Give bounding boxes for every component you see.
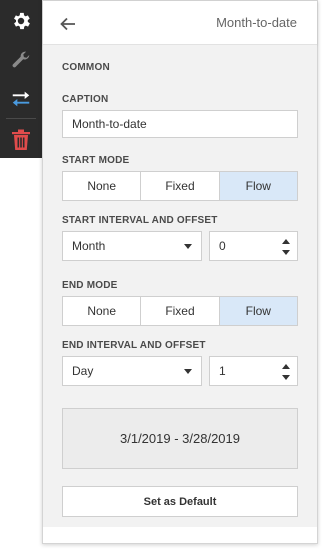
end-mode-none[interactable]: None — [63, 297, 141, 325]
panel-body: COMMON CAPTION START MODE None Fixed Flo… — [43, 45, 317, 527]
set-as-default-button[interactable]: Set as Default — [62, 486, 298, 517]
end-interval-select[interactable]: Day — [62, 356, 202, 386]
start-mode-none[interactable]: None — [63, 172, 141, 200]
caption-input[interactable] — [62, 110, 298, 138]
section-common-label: COMMON — [62, 62, 110, 73]
end-mode-flow[interactable]: Flow — [218, 297, 297, 325]
start-mode-flow[interactable]: Flow — [218, 172, 297, 200]
start-mode-label: START MODE — [62, 155, 130, 166]
panel-header: Month-to-date — [43, 1, 317, 45]
start-offset-spinner[interactable]: 0 — [209, 231, 298, 261]
end-mode-toggle: None Fixed Flow — [62, 296, 298, 326]
spin-down-icon[interactable] — [282, 375, 290, 380]
trash-icon — [12, 129, 30, 150]
start-interval-select[interactable]: Month — [62, 231, 202, 261]
start-offset-buttons — [275, 232, 297, 260]
settings-tool[interactable] — [0, 2, 42, 40]
spin-up-icon[interactable] — [282, 364, 290, 369]
wrench-tool[interactable] — [0, 41, 42, 79]
swap-arrows-icon — [12, 91, 30, 107]
end-mode-fixed[interactable]: Fixed — [140, 297, 219, 325]
wrench-icon — [12, 51, 30, 68]
end-offset-spinner[interactable]: 1 — [209, 356, 298, 386]
toolbar-divider — [6, 118, 36, 119]
gear-icon — [14, 12, 30, 30]
start-interval-value: Month — [72, 239, 106, 253]
chevron-down-icon — [184, 368, 192, 374]
back-arrow-icon — [60, 17, 75, 31]
side-toolbar — [0, 0, 42, 158]
date-range-preview: 3/1/2019 - 3/28/2019 — [62, 408, 298, 469]
start-offset-value: 0 — [219, 239, 226, 253]
back-button[interactable] — [57, 13, 79, 35]
date-range-panel: Month-to-date COMMON CAPTION START MODE … — [42, 0, 318, 544]
chevron-down-icon — [184, 243, 192, 249]
caption-label: CAPTION — [62, 94, 109, 105]
page-title: Month-to-date — [216, 15, 297, 30]
start-mode-toggle: None Fixed Flow — [62, 171, 298, 201]
start-mode-fixed[interactable]: Fixed — [140, 172, 219, 200]
delete-tool[interactable] — [0, 121, 42, 159]
spin-down-icon[interactable] — [282, 250, 290, 255]
end-mode-label: END MODE — [62, 280, 118, 291]
start-interval-label: START INTERVAL AND OFFSET — [62, 215, 218, 226]
end-offset-buttons — [275, 357, 297, 385]
end-interval-label: END INTERVAL AND OFFSET — [62, 340, 206, 351]
spin-up-icon[interactable] — [282, 239, 290, 244]
end-offset-value: 1 — [219, 364, 226, 378]
convert-tool[interactable] — [0, 80, 42, 118]
end-interval-value: Day — [72, 364, 94, 378]
